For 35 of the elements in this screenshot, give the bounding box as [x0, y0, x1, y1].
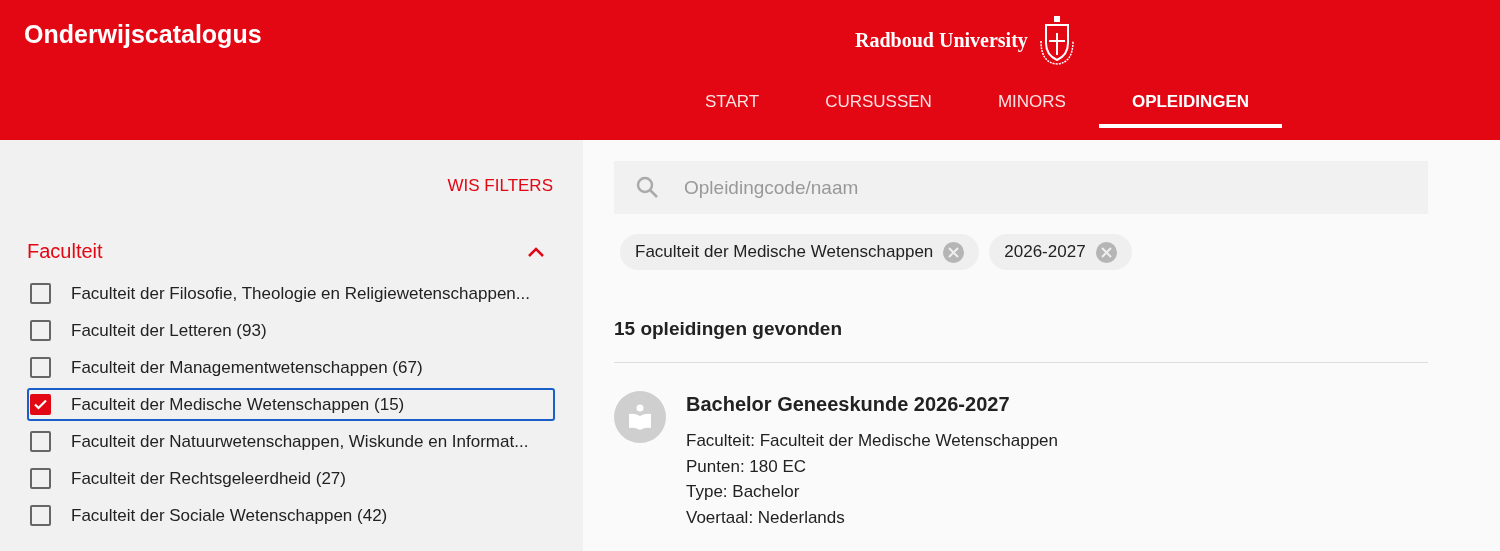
checkbox[interactable]	[30, 505, 51, 526]
filter-option-label[interactable]: Faculteit der Filosofie, Theologie en Religiewetenschappen...	[71, 283, 530, 304]
clear-filters-link[interactable]: WIS FILTERS	[447, 176, 553, 196]
nav-tab[interactable]: CURSUSSEN	[792, 80, 965, 128]
book-reader-icon	[614, 391, 666, 443]
checkbox[interactable]	[30, 357, 51, 378]
checkbox[interactable]	[30, 468, 51, 489]
filter-section-title: Faculteit	[27, 240, 103, 263]
filter-option-label[interactable]: Faculteit der Letteren (93)	[71, 320, 267, 341]
checkbox[interactable]	[30, 394, 51, 415]
result-detail: Voertaal: Nederlands	[686, 506, 846, 529]
nav-tab[interactable]: START	[672, 80, 793, 128]
university-logo-text: Radboud University	[855, 28, 1028, 52]
crest-icon	[1037, 15, 1076, 65]
search-field[interactable]: Opleidingcode/naam	[614, 161, 1428, 214]
result-title[interactable]: Bachelor Geneeskunde 2026-2027	[686, 393, 1058, 416]
filter-option-label[interactable]: Faculteit der Sociale Wetenschappen (42)	[71, 505, 388, 526]
site-title: Onderwijscatalogus	[23, 19, 263, 50]
nav-tab[interactable]: MINORS	[964, 80, 1099, 128]
filter-option-label[interactable]: Faculteit der Natuurwetenschappen, Wiskunde en Informat...	[71, 431, 529, 452]
filter-option-label[interactable]: Faculteit der Managementwetenschappen (67)	[71, 357, 423, 378]
caret-icon[interactable]	[527, 245, 545, 258]
checkbox[interactable]	[30, 283, 51, 304]
search-icon	[636, 176, 658, 198]
result-detail: Punten: 180 EC	[686, 455, 808, 478]
result-count: 15 opleidingen gevonden	[614, 318, 1428, 363]
nav-tab[interactable]: OPLEIDINGEN	[1098, 80, 1283, 128]
result-detail: Type: Bachelor	[686, 481, 801, 503]
checkbox[interactable]	[30, 320, 51, 341]
result-detail: Faculteit: Faculteit der Medische Wetenschappen	[686, 430, 1058, 452]
filter-option-label[interactable]: Faculteit der Rechtsgeleerdheid (27)	[71, 468, 346, 489]
filter-chip-label: 2026-2027	[1004, 242, 1086, 262]
filter-chip-label: Faculteit der Medische Wetenschappen	[635, 242, 934, 262]
check-icon	[34, 399, 47, 410]
checkbox[interactable]	[30, 431, 51, 452]
